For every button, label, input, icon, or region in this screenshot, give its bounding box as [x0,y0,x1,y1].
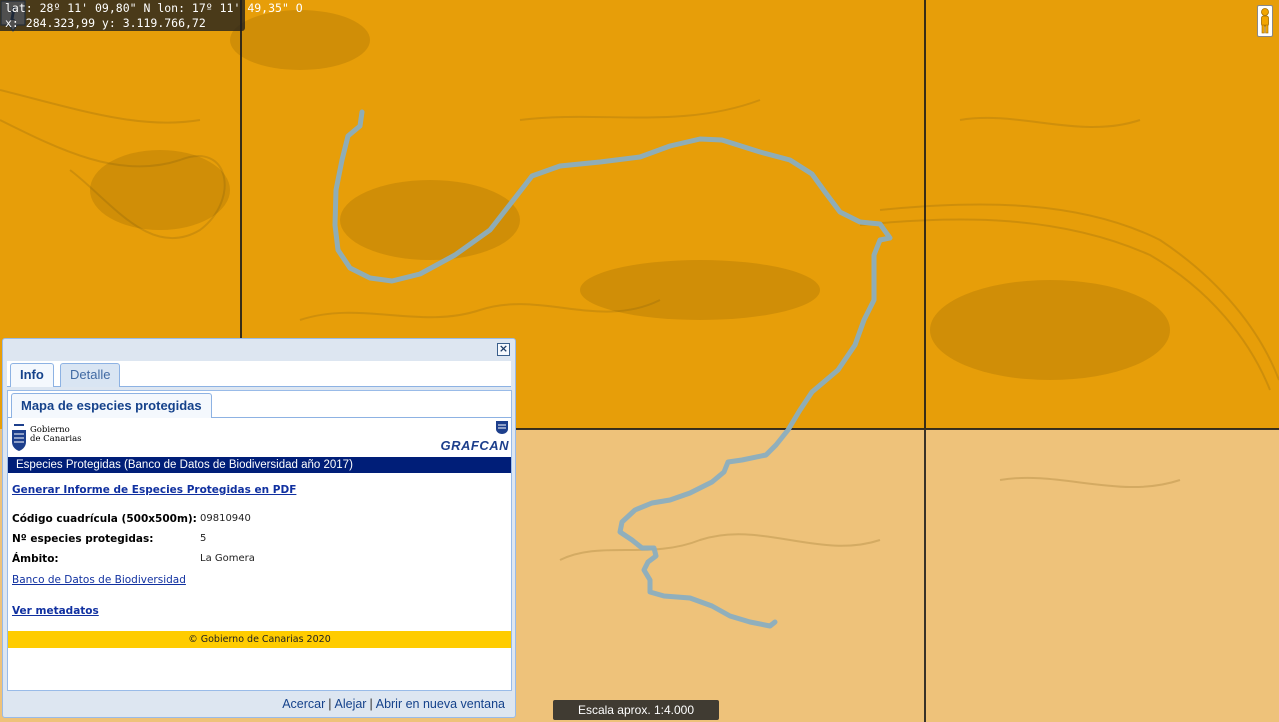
gobierno-shield-icon [12,424,26,451]
gobierno-text: Gobierno de Canarias [30,426,82,444]
field-label: Nº especies protegidas: [12,533,154,545]
open-new-window-link[interactable]: Abrir en nueva ventana [376,697,505,711]
separator: | [328,697,332,711]
separator: | [369,697,373,711]
xy-text: x: 284.323,99 y: 3.119.766,72 [5,16,206,30]
layer-title-banner: Especies Protegidas (Banco de Datos de B… [8,457,511,473]
popup-content: Mapa de especies protegidas Gobierno de … [7,390,512,691]
gobierno-logo: Gobierno de Canarias [11,422,82,452]
popup-actions: Acercar | Alejar | Abrir en nueva ventana [282,697,505,711]
logo-row: Gobierno de Canarias GRAFCAN [8,420,511,456]
field-value: La Gomera [200,553,255,564]
metadata-link[interactable]: Ver metadatos [12,605,99,617]
scale-indicator: Escala aprox. 1:4.000 [553,700,719,720]
gobierno-line-2: de Canarias [30,434,82,444]
field-value: 09810940 [200,513,251,524]
zoom-out-link[interactable]: Alejar [335,697,367,711]
biodiversity-link[interactable]: Banco de Datos de Biodiversidad [12,574,186,586]
grafcan-logo: GRAFCAN [441,420,509,454]
grafcan-text: GRAFCAN [440,438,509,453]
latlon-text: lat: 28º 11' 09,80" N lon: 17º 11' 49,35… [5,1,303,15]
copyright-strip: © Gobierno de Canarias 2020 [8,631,511,648]
tab-info[interactable]: Info [10,363,54,387]
info-popup: × Info Detalle Mapa de especies protegid… [2,338,516,718]
field-value: 5 [200,533,207,544]
pegman-icon [1261,8,1269,34]
field-label: Código cuadrícula (500x500m): [12,513,197,525]
close-icon[interactable]: × [497,343,510,356]
tab-detalle[interactable]: Detalle [60,363,121,387]
zoom-in-link[interactable]: Acercar [282,697,325,711]
popup-tabbar: Info Detalle [7,361,511,387]
coordinate-readout: lat: 28º 11' 09,80" N lon: 17º 11' 49,35… [0,0,303,31]
pegman-button[interactable] [1257,5,1273,37]
layer-tabbar: Mapa de especies protegidas [8,391,511,418]
field-label: Ámbito: [12,553,59,565]
tab-mapa-especies[interactable]: Mapa de especies protegidas [11,393,212,418]
grafcan-emblem-icon [496,421,508,434]
pdf-report-link[interactable]: Generar Informe de Especies Protegidas e… [12,484,296,496]
